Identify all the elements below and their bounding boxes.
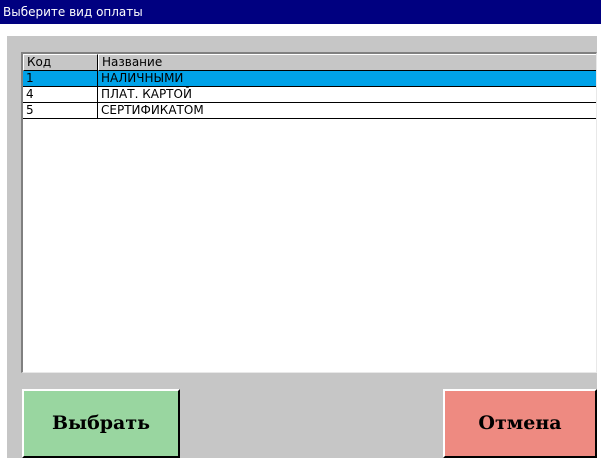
payment-name: СЕРТИФИКАТОМ [98, 103, 596, 119]
list-item[interactable]: 1 НАЛИЧНЫМИ [23, 71, 596, 87]
cancel-button[interactable]: Отмена [443, 389, 597, 458]
payment-code: 4 [23, 87, 98, 103]
column-header-code[interactable]: Код [23, 54, 98, 71]
list-item[interactable]: 4 ПЛАТ. КАРТОЙ [23, 87, 596, 103]
select-button[interactable]: Выбрать [22, 389, 180, 458]
dialog-title: Выберите вид оплаты [0, 0, 601, 24]
payment-name: ПЛАТ. КАРТОЙ [98, 87, 596, 103]
payment-types-list[interactable]: Код Название 1 НАЛИЧНЫМИ 4 ПЛАТ. КАРТОЙ … [21, 52, 597, 373]
column-header-name[interactable]: Название [98, 54, 596, 71]
payment-code: 1 [23, 71, 98, 87]
list-header: Код Название [23, 54, 596, 71]
payment-name: НАЛИЧНЫМИ [98, 71, 596, 87]
dialog-body: Код Название 1 НАЛИЧНЫМИ 4 ПЛАТ. КАРТОЙ … [7, 36, 597, 458]
list-item[interactable]: 5 СЕРТИФИКАТОМ [23, 103, 596, 119]
payment-code: 5 [23, 103, 98, 119]
payment-type-dialog: Выберите вид оплаты Код Название 1 НАЛИЧ… [0, 0, 601, 458]
